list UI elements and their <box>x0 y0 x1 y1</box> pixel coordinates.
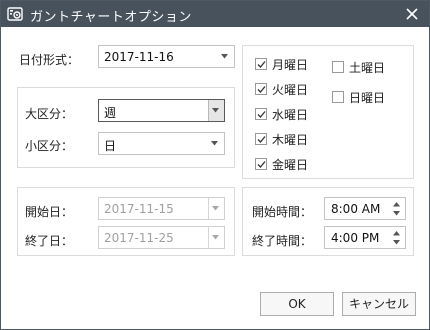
spin-up-icon[interactable] <box>393 202 400 207</box>
checkmark-icon <box>257 86 266 93</box>
end-date-label: 終了日： <box>25 234 74 248</box>
minor-division-label: 小区分： <box>25 139 74 153</box>
monday-checkbox[interactable]: 月曜日 <box>255 56 325 72</box>
checkbox-box <box>255 158 267 170</box>
major-division-value: 週 <box>104 106 117 120</box>
chevron-down-icon <box>212 206 219 211</box>
tuesday-checkbox[interactable]: 火曜日 <box>255 81 325 97</box>
checkbox-box <box>255 58 267 70</box>
minor-division-value: 日 <box>104 139 117 153</box>
start-date-value: 2017-11-15 <box>104 202 174 216</box>
start-time-spinner[interactable]: 8:00 AM <box>324 197 406 220</box>
thursday-checkbox[interactable]: 木曜日 <box>255 131 325 147</box>
sunday-label: 日曜日 <box>349 91 386 105</box>
checkbox-box <box>332 61 344 73</box>
end-time-label: 終了時間： <box>252 234 313 248</box>
saturday-checkbox[interactable]: 土曜日 <box>332 59 402 75</box>
chevron-down-icon <box>211 141 218 146</box>
checkmark-icon <box>257 161 266 168</box>
checkmark-icon <box>257 136 266 143</box>
spin-down-icon[interactable] <box>393 211 400 216</box>
checkbox-box <box>255 108 267 120</box>
start-time-label: 開始時間： <box>252 205 313 219</box>
gantt-settings-icon <box>7 7 23 21</box>
gantt-options-dialog: ガントチャートオプション 日付形式： 2017-11-16 大区分： 週 小区分… <box>0 0 430 330</box>
end-time-value: 4:00 PM <box>331 231 380 245</box>
dialog-title: ガントチャートオプション <box>30 10 192 25</box>
monday-label: 月曜日 <box>272 58 309 72</box>
sunday-checkbox[interactable]: 日曜日 <box>332 89 402 105</box>
thursday-label: 木曜日 <box>272 133 309 147</box>
checkbox-box <box>255 83 267 95</box>
end-date-picker[interactable]: 2017-11-25 <box>98 226 225 249</box>
cancel-button[interactable]: キャンセル <box>342 292 416 316</box>
end-date-value: 2017-11-25 <box>104 231 174 245</box>
ok-button[interactable]: OK <box>260 292 334 316</box>
date-format-dropdown[interactable]: 2017-11-16 <box>98 45 235 68</box>
date-format-value: 2017-11-16 <box>104 50 174 64</box>
major-division-label: 大区分： <box>25 107 74 121</box>
start-date-label: 開始日： <box>25 205 74 219</box>
spin-up-icon[interactable] <box>393 231 400 236</box>
chevron-down-icon <box>212 108 219 113</box>
start-time-value: 8:00 AM <box>331 202 381 216</box>
spin-down-icon[interactable] <box>393 240 400 245</box>
close-icon[interactable] <box>403 5 421 23</box>
minor-division-dropdown[interactable]: 日 <box>98 132 225 155</box>
chevron-down-icon <box>221 54 228 59</box>
major-division-dropdown[interactable]: 週 <box>98 99 225 122</box>
tuesday-label: 火曜日 <box>272 83 309 97</box>
chevron-down-icon <box>212 235 219 240</box>
wednesday-checkbox[interactable]: 水曜日 <box>255 106 325 122</box>
friday-label: 金曜日 <box>272 158 309 172</box>
checkmark-icon <box>257 61 266 68</box>
checkmark-icon <box>257 111 266 118</box>
date-format-label: 日付形式： <box>19 53 80 67</box>
end-time-spinner[interactable]: 4:00 PM <box>324 226 406 249</box>
checkbox-box <box>332 91 344 103</box>
title-bar: ガントチャートオプション <box>1 1 429 27</box>
start-date-picker[interactable]: 2017-11-15 <box>98 197 225 220</box>
checkbox-box <box>255 133 267 145</box>
friday-checkbox[interactable]: 金曜日 <box>255 156 325 172</box>
wednesday-label: 水曜日 <box>272 108 309 122</box>
saturday-label: 土曜日 <box>349 61 386 75</box>
